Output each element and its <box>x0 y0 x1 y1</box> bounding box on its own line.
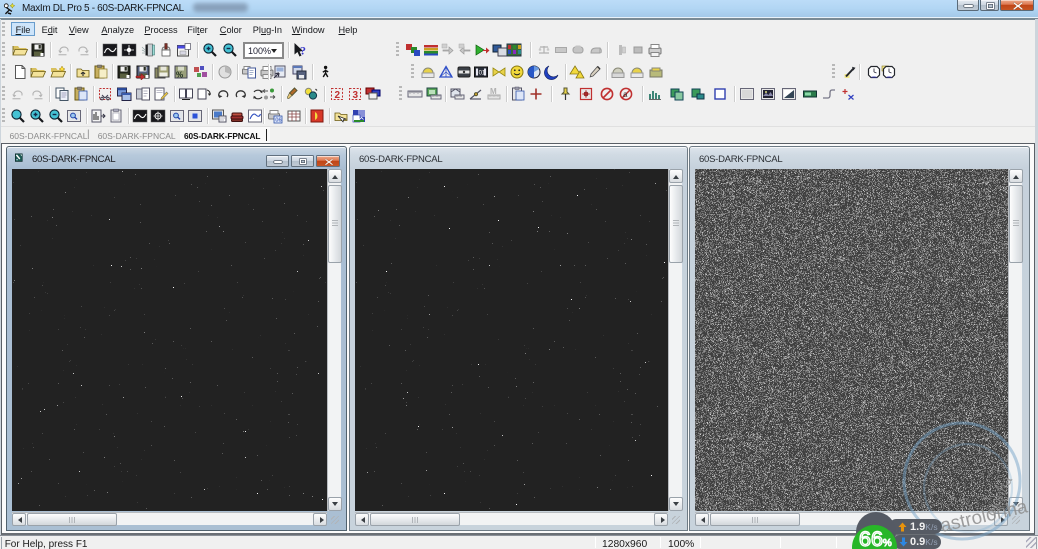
svg-text:3: 3 <box>353 90 359 101</box>
svg-text:01: 01 <box>479 71 486 77</box>
svg-text:astrolonha: astrolonha <box>938 496 1030 537</box>
svg-text:?: ? <box>300 44 306 58</box>
svg-text:06: 06 <box>275 118 281 124</box>
svg-text:%: % <box>176 71 183 80</box>
svg-text:2: 2 <box>335 90 341 101</box>
svg-text:a: a <box>623 90 628 99</box>
